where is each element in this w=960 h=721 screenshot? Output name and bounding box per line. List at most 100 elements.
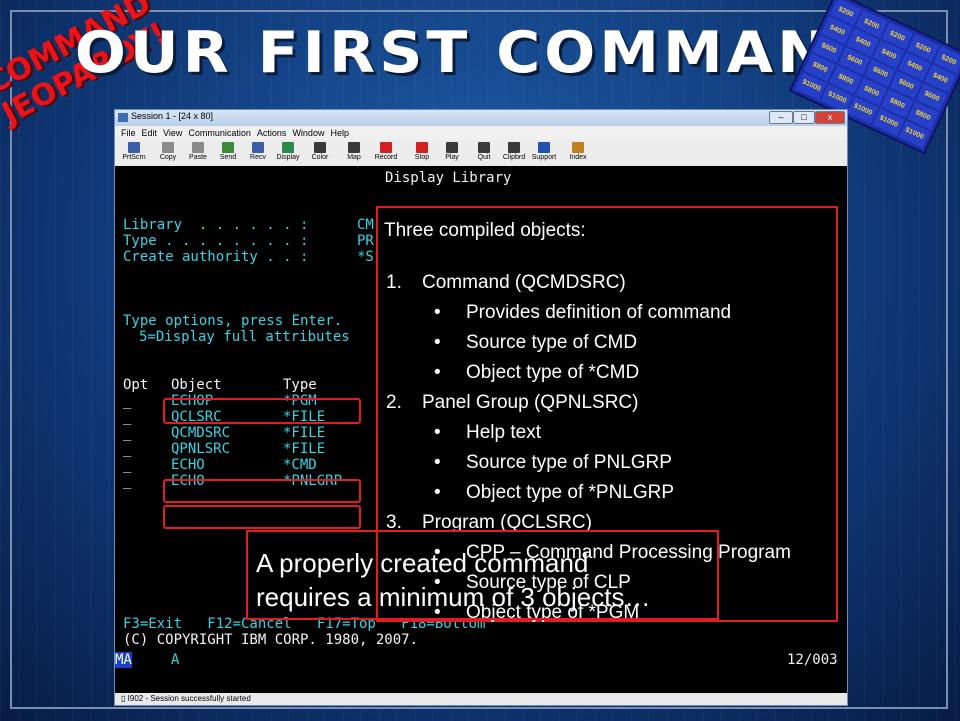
popup-item-number: 1. (386, 272, 402, 293)
popup-item-number: 2. (386, 392, 402, 413)
screen-title: Display Library (385, 170, 512, 186)
column-object: Object (171, 377, 222, 393)
toolbar-stop-button[interactable]: Stop (407, 142, 437, 164)
window-title: Session 1 - [24 x 80] (131, 111, 214, 121)
support-icon (538, 142, 550, 153)
toolbar-label: Index (569, 154, 587, 161)
bullet-icon: • (434, 422, 441, 443)
row-opt-input[interactable]: _ (123, 457, 131, 473)
popup-bullet-text: Help text (466, 422, 541, 443)
popup-item-title: Panel Group (QPNLSRC) (422, 392, 639, 413)
index-icon (572, 142, 584, 153)
toolbar-label: PrtScrn (122, 154, 146, 161)
close-button[interactable]: x (815, 111, 845, 124)
toolbar: PrtScrn Copy Paste Send Recv Display Color Map R… (115, 140, 847, 167)
toolbar-label: Copy (159, 154, 177, 161)
row-opt-input[interactable]: _ (123, 425, 131, 441)
toolbar-label: Play (445, 154, 459, 161)
row-type: *CMD (283, 457, 317, 473)
window-titlebar[interactable]: Session 1 - [24 x 80] – □ x (115, 110, 847, 126)
menu-communication[interactable]: Communication (188, 128, 251, 138)
toolbar-paste-button[interactable]: Paste (183, 142, 213, 164)
toolbar-label: Paste (189, 154, 207, 161)
row-object: QCMDSRC (171, 425, 231, 441)
toolbar-quit-button[interactable]: Quit (469, 142, 499, 164)
receive-icon (252, 142, 264, 153)
status-icon: ▯ (121, 694, 126, 703)
print-screen-icon (128, 142, 140, 153)
row-type: *FILE (283, 425, 326, 441)
highlight-cmd-row (163, 479, 361, 503)
row-opt-input[interactable]: _ (123, 409, 131, 425)
row-opt-input[interactable]: _ (123, 393, 131, 409)
toolbar-map-button[interactable]: Map (339, 142, 369, 164)
oia-indicator: MA (115, 652, 132, 668)
toolbar-record-button[interactable]: Record (371, 142, 401, 164)
record-icon (380, 142, 392, 153)
popup-item-title: Command (QCMDSRC) (422, 272, 626, 293)
toolbar-color-button[interactable]: Color (305, 142, 335, 164)
toolbar-copy-button[interactable]: Copy (153, 142, 183, 164)
row-object: QPNLSRC (171, 441, 231, 457)
paste-icon (192, 142, 204, 153)
toolbar-label: Display (276, 154, 300, 161)
minimize-button[interactable]: – (769, 111, 793, 124)
clipboard-icon (508, 142, 520, 153)
instructions-text: Type options, press Enter. (123, 313, 343, 329)
toolbar-label: Clipbrd (502, 154, 526, 161)
toolbar-play-button[interactable]: Play (437, 142, 467, 164)
option-5-text: 5=Display full attributes (139, 329, 350, 345)
popup-heading: Three compiled objects: (384, 220, 586, 241)
toolbar-label: Record (374, 154, 398, 161)
toolbar-index-button[interactable]: Index (563, 142, 593, 164)
bullet-icon: • (434, 452, 441, 473)
session-icon (118, 113, 128, 122)
quit-icon (478, 142, 490, 153)
color-icon (314, 142, 326, 153)
toolbar-send-button[interactable]: Send (213, 142, 243, 164)
column-opt: Opt (123, 377, 149, 393)
field-type-label: Type . . . . . . . . : (123, 233, 309, 249)
menu-file[interactable]: File (121, 128, 136, 138)
field-library-value: CM (357, 217, 374, 233)
popup-bullet-text: Object type of *PNLGRP (466, 482, 675, 503)
stop-icon (416, 142, 428, 153)
toolbar-prtscrn-button[interactable]: PrtScrn (119, 142, 149, 164)
bullet-icon: • (434, 302, 441, 323)
toolbar-support-button[interactable]: Support (529, 142, 559, 164)
popup-bullet-text: Object type of *CMD (466, 362, 640, 383)
field-library-label: Library . . . . . . : (123, 217, 309, 233)
menu-view[interactable]: View (163, 128, 182, 138)
row-opt-input[interactable]: _ (123, 473, 131, 489)
toolbar-label: Map (347, 154, 361, 161)
toolbar-label: Recv (250, 154, 266, 161)
bullet-icon: • (434, 482, 441, 503)
status-bar: ▯ I902 - Session successfully started (115, 693, 847, 705)
field-type-value: PR (357, 233, 374, 249)
popup-bullet-text: Source type of CMD (466, 332, 638, 353)
callout-line-1: A properly created command (256, 548, 589, 578)
row-object: ECHO (171, 457, 205, 473)
toolbar-label: Quit (477, 154, 491, 161)
menu-help[interactable]: Help (330, 128, 349, 138)
popup-bullet-text: Provides definition of command (466, 302, 732, 323)
menu-window[interactable]: Window (292, 128, 324, 138)
bullet-icon: • (434, 362, 441, 383)
cursor-position: 12/003 (787, 652, 838, 668)
oia-mode: A (171, 652, 180, 668)
row-opt-input[interactable]: _ (123, 441, 131, 457)
toolbar-clipbrd-button[interactable]: Clipbrd (499, 142, 529, 164)
send-icon (222, 142, 234, 153)
popup-bullet-text: Source type of PNLGRP (466, 452, 672, 473)
toolbar-label: Color (311, 154, 329, 161)
menu-edit[interactable]: Edit (142, 128, 158, 138)
map-icon (348, 142, 360, 153)
toolbar-recv-button[interactable]: Recv (243, 142, 273, 164)
column-type: Type (283, 377, 317, 393)
field-authority-label: Create authority . . : (123, 249, 309, 265)
toolbar-label: Stop (414, 154, 430, 161)
maximize-button[interactable]: □ (793, 111, 815, 124)
toolbar-display-button[interactable]: Display (273, 142, 303, 164)
bullet-icon: • (434, 332, 441, 353)
menu-actions[interactable]: Actions (257, 128, 287, 138)
